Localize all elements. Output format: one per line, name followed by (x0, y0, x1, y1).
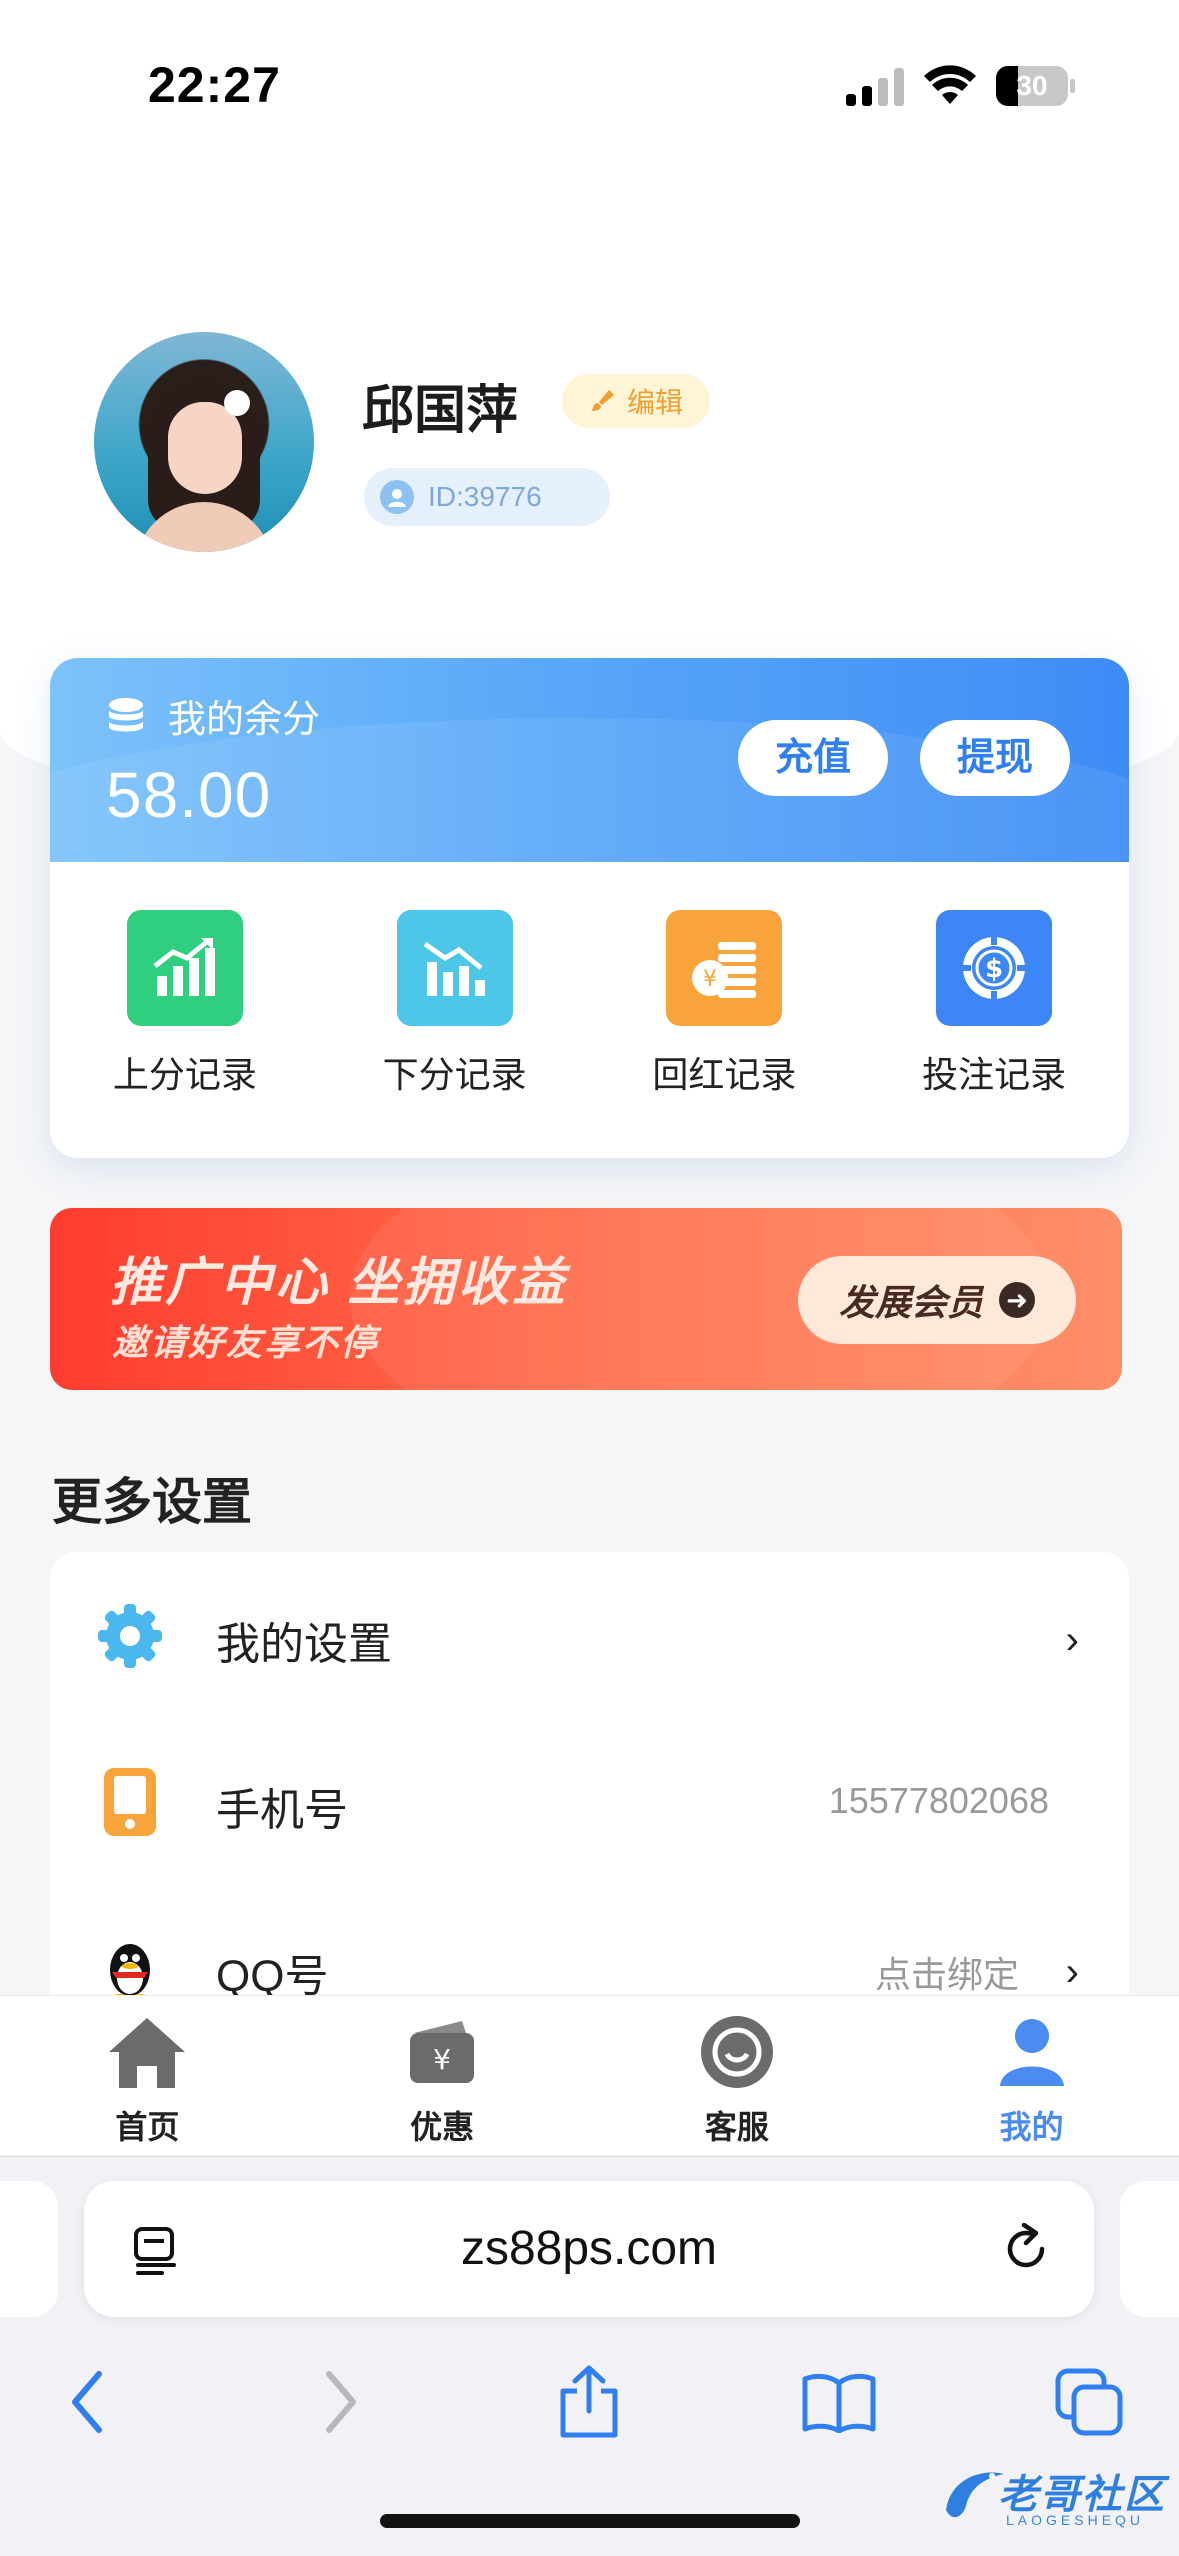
home-icon (104, 2014, 190, 2090)
chevron-right-icon: › (1065, 1618, 1079, 1662)
svg-text:$: $ (985, 954, 1003, 984)
status-bar: 22:27 30 (0, 0, 1179, 150)
bookmarks-button[interactable] (794, 2357, 884, 2447)
watermark-subtext: LAOGESHEQU (1006, 2512, 1145, 2528)
share-icon (560, 2365, 618, 2438)
recharge-button[interactable]: 充值 (738, 720, 888, 796)
back-button[interactable] (42, 2357, 132, 2447)
settings-item-label: 手机号 (216, 1786, 348, 1835)
cellular-signal-icon (846, 68, 906, 106)
chevron-right-icon: › (1065, 1950, 1079, 1994)
edit-profile-button[interactable]: 编辑 (562, 374, 710, 428)
record-label: 回红记录 (652, 1054, 797, 1095)
chip-icon: $ (936, 910, 1053, 1026)
chevron-left-icon (72, 2371, 102, 2433)
edit-label: 编辑 (626, 387, 683, 418)
record-deposit[interactable]: 上分记录 (50, 910, 320, 1110)
phone-number-value: 15577802068 (828, 1780, 1049, 1821)
promo-banner[interactable]: 推广中心 坐拥收益 邀请好友享不停 发展会员 ➜ (50, 1208, 1122, 1390)
record-rebate[interactable]: ¥ 回红记录 (590, 910, 860, 1110)
chart-up-icon (126, 910, 243, 1026)
settings-item-label: 我的设置 (216, 1620, 392, 1669)
settings-item-my-settings[interactable]: 我的设置 › (50, 1552, 1129, 1718)
avatar[interactable] (94, 332, 314, 552)
book-icon (802, 2373, 876, 2433)
chevron-right-icon (326, 2371, 356, 2433)
arrow-right-icon: ➜ (999, 1282, 1035, 1318)
bottom-tab-bar: 首页 ¥ 优惠 客服 我的 (0, 1995, 1179, 2155)
settings-item-phone[interactable]: 手机号 15577802068 (50, 1718, 1129, 1884)
settings-list: 我的设置 › 手机号 15577802068 QQ号 点击绑定 › (50, 1552, 1129, 2012)
wallet-header: 我的余分 58.00 充值 提现 (50, 658, 1129, 862)
tab-offers[interactable]: ¥ 优惠 (295, 1996, 590, 2155)
watermark-logo: 老哥社区 LAOGESHEQU (940, 2456, 1170, 2540)
phone-icon (94, 1766, 166, 1838)
chart-down-icon (396, 910, 513, 1026)
wifi-icon (924, 65, 976, 104)
wallet-card: 我的余分 58.00 充值 提现 上分记录 下分记录 ¥ 回红记录 $ 投注记录 (50, 658, 1129, 1158)
svg-text:¥: ¥ (433, 2043, 451, 2076)
reload-icon[interactable] (1000, 2223, 1052, 2275)
battery-icon: 30 (996, 66, 1076, 106)
record-label: 下分记录 (382, 1054, 527, 1095)
qq-bind-value: 点击绑定 (874, 1954, 1019, 1995)
coins-icon (109, 697, 143, 731)
battery-level: 30 (1016, 70, 1048, 101)
user-id-icon (380, 480, 414, 514)
qq-penguin-icon (94, 1932, 166, 2004)
promo-title: 推广中心 坐拥收益 (110, 1254, 568, 1312)
user-id: ID:39776 (428, 481, 542, 512)
address-bar[interactable]: zs88ps.com (84, 2181, 1094, 2317)
tabs-icon (1055, 2368, 1123, 2436)
promo-button-label: 发展会员 (838, 1282, 983, 1323)
withdraw-button[interactable]: 提现 (920, 720, 1070, 796)
record-shortcuts: 上分记录 下分记录 ¥ 回红记录 $ 投注记录 (50, 910, 1129, 1110)
gear-icon (94, 1600, 166, 1672)
next-tab-preview[interactable] (1120, 2181, 1179, 2317)
develop-members-button[interactable]: 发展会员 ➜ (798, 1256, 1076, 1344)
status-time: 22:27 (148, 57, 281, 113)
url-text: zs88ps.com (460, 2222, 718, 2275)
tab-label: 客服 (704, 2109, 769, 2145)
user-icon (989, 2014, 1075, 2090)
tab-label: 我的 (999, 2109, 1064, 2145)
svg-text:¥: ¥ (703, 967, 717, 992)
wallet-icon: ¥ (399, 2014, 485, 2090)
settings-item-qq[interactable]: QQ号 点击绑定 › (50, 1884, 1129, 2012)
promo-subtitle: 邀请好友享不停 (112, 1322, 379, 1363)
coin-stack-icon: ¥ (666, 910, 783, 1026)
brush-icon (591, 390, 614, 411)
record-label: 投注记录 (922, 1054, 1067, 1095)
forward-button[interactable] (296, 2357, 386, 2447)
user-id-badge: ID:39776 (364, 468, 610, 526)
section-title: 更多设置 (52, 1474, 252, 1530)
wallet-label: 我的余分 (168, 699, 321, 741)
tab-support[interactable]: 客服 (590, 1996, 885, 2155)
previous-tab-preview[interactable] (0, 2181, 58, 2317)
chat-icon (694, 2014, 780, 2090)
record-withdraw[interactable]: 下分记录 (320, 910, 590, 1110)
tab-label: 优惠 (410, 2109, 475, 2145)
share-button[interactable] (544, 2357, 634, 2447)
browser-nav-row (0, 2357, 1179, 2467)
user-name: 邱国萍 (362, 382, 519, 440)
tabs-button[interactable] (1044, 2357, 1134, 2447)
tab-profile[interactable]: 我的 (884, 1996, 1179, 2155)
tab-label: 首页 (115, 2109, 180, 2145)
home-indicator (380, 2514, 800, 2528)
wallet-balance: 58.00 (106, 759, 272, 831)
record-label: 上分记录 (112, 1054, 257, 1095)
record-bets[interactable]: $ 投注记录 (859, 910, 1129, 1110)
tab-home[interactable]: 首页 (0, 1996, 295, 2155)
